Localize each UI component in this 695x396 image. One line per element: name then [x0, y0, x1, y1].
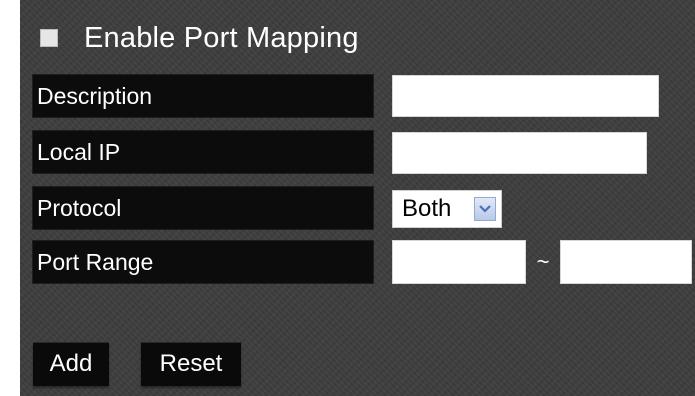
enable-port-mapping-label: Enable Port Mapping [84, 21, 359, 54]
enable-port-mapping-row: Enable Port Mapping [40, 18, 359, 58]
port-range-end-input[interactable] [560, 240, 692, 284]
reset-button[interactable]: Reset [141, 342, 241, 386]
description-label: Description [32, 74, 374, 118]
local-ip-label: Local IP [32, 130, 374, 174]
description-input[interactable] [392, 75, 659, 117]
port-range-label: Port Range [32, 240, 374, 284]
protocol-selected-value: Both [402, 195, 452, 222]
port-range-start-input[interactable] [392, 240, 526, 284]
add-button[interactable]: Add [33, 342, 109, 386]
enable-port-mapping-checkbox[interactable] [40, 29, 58, 47]
protocol-label: Protocol [32, 186, 374, 230]
local-ip-input[interactable] [392, 132, 647, 174]
protocol-select[interactable]: Both [392, 190, 502, 228]
port-range-separator: ~ [536, 249, 550, 274]
chevron-down-icon[interactable] [474, 197, 496, 221]
